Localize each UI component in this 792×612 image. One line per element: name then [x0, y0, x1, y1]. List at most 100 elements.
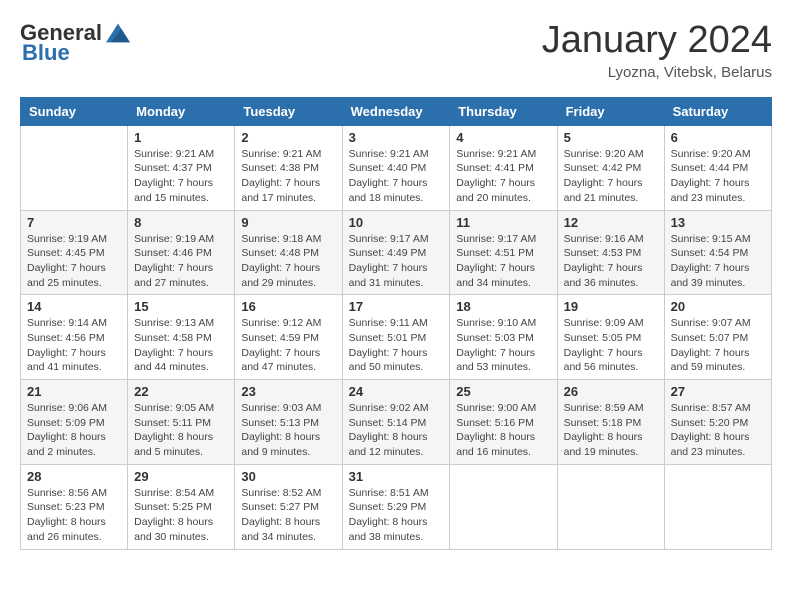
day-number: 24	[349, 384, 444, 399]
calendar-cell: 5Sunrise: 9:20 AMSunset: 4:42 PMDaylight…	[557, 125, 664, 210]
calendar-cell: 13 Sunrise: 9:15 AMSunset: 4:54 PMDayligh…	[664, 210, 771, 295]
day-info: Sunrise: 9:17 AMSunset: 4:51 PMDaylight:…	[456, 232, 550, 291]
day-info: Sunrise: 9:03 AMSunset: 5:13 PMDaylight:…	[241, 401, 335, 460]
calendar-cell: 24 Sunrise: 9:02 AMSunset: 5:14 PMDayligh…	[342, 380, 450, 465]
day-number: 18	[456, 299, 550, 314]
day-info: Sunrise: 9:15 AMSunset: 4:54 PMDaylight:…	[671, 232, 765, 291]
day-info: Sunrise: 9:06 AMSunset: 5:09 PMDaylight:…	[27, 401, 121, 460]
day-number: 14	[27, 299, 121, 314]
day-number: 3	[349, 130, 444, 145]
title-section: January 2024 Lyozna, Vitebsk, Belarus	[542, 20, 772, 81]
day-info: Sunrise: 9:00 AMSunset: 5:16 PMDaylight:…	[456, 401, 550, 460]
day-number: 19	[564, 299, 658, 314]
day-info: Sunrise: 9:09 AMSunset: 5:05 PMDaylight:…	[564, 316, 658, 375]
calendar-cell: 19 Sunrise: 9:09 AMSunset: 5:05 PMDayligh…	[557, 295, 664, 380]
logo-blue: Blue	[22, 40, 70, 66]
day-number: 30	[241, 469, 335, 484]
calendar-cell: 10 Sunrise: 9:17 AMSunset: 4:49 PMDayligh…	[342, 210, 450, 295]
calendar-cell: 2Sunrise: 9:21 AMSunset: 4:38 PMDaylight…	[235, 125, 342, 210]
day-number: 11	[456, 215, 550, 230]
day-info: Sunrise: 9:21 AMSunset: 4:37 PMDaylight:…	[134, 147, 228, 206]
weekday-header-saturday: Saturday	[664, 97, 771, 125]
day-info: Sunrise: 9:16 AMSunset: 4:53 PMDaylight:…	[564, 232, 658, 291]
day-info: Sunrise: 9:17 AMSunset: 4:49 PMDaylight:…	[349, 232, 444, 291]
calendar-cell: 21 Sunrise: 9:06 AMSunset: 5:09 PMDayligh…	[21, 380, 128, 465]
day-number: 6	[671, 130, 765, 145]
weekday-header-friday: Friday	[557, 97, 664, 125]
calendar-cell: 17 Sunrise: 9:11 AMSunset: 5:01 PMDayligh…	[342, 295, 450, 380]
page-header: General Blue January 2024 Lyozna, Vitebs…	[20, 20, 772, 81]
calendar-cell: 11 Sunrise: 9:17 AMSunset: 4:51 PMDayligh…	[450, 210, 557, 295]
day-info: Sunrise: 9:20 AMSunset: 4:44 PMDaylight:…	[671, 147, 765, 206]
calendar-week-5: 28Sunrise: 8:56 AMSunset: 5:23 PMDayligh…	[21, 464, 772, 549]
day-info: Sunrise: 9:14 AMSunset: 4:56 PMDaylight:…	[27, 316, 121, 375]
day-info: Sunrise: 9:21 AMSunset: 4:41 PMDaylight:…	[456, 147, 550, 206]
calendar-cell: 31 Sunrise: 8:51 AMSunset: 5:29 PMDayligh…	[342, 464, 450, 549]
day-info: Sunrise: 9:02 AMSunset: 5:14 PMDaylight:…	[349, 401, 444, 460]
day-info: Sunrise: 9:19 AMSunset: 4:45 PMDaylight:…	[27, 232, 121, 291]
logo-icon	[106, 23, 130, 43]
day-info: Sunrise: 9:13 AMSunset: 4:58 PMDaylight:…	[134, 316, 228, 375]
day-info: Sunrise: 9:18 AMSunset: 4:48 PMDaylight:…	[241, 232, 335, 291]
calendar-cell: 1 Sunrise: 9:21 AMSunset: 4:37 PMDaylight…	[128, 125, 235, 210]
day-number: 15	[134, 299, 228, 314]
weekday-header-wednesday: Wednesday	[342, 97, 450, 125]
day-number: 12	[564, 215, 658, 230]
calendar-cell: 29 Sunrise: 8:54 AMSunset: 5:25 PMDayligh…	[128, 464, 235, 549]
calendar-cell: 8 Sunrise: 9:19 AMSunset: 4:46 PMDaylight…	[128, 210, 235, 295]
calendar-cell: 9 Sunrise: 9:18 AMSunset: 4:48 PMDaylight…	[235, 210, 342, 295]
day-number: 29	[134, 469, 228, 484]
day-number: 4	[456, 130, 550, 145]
weekday-header-monday: Monday	[128, 97, 235, 125]
calendar-cell	[557, 464, 664, 549]
day-number: 9	[241, 215, 335, 230]
calendar-cell: 4 Sunrise: 9:21 AMSunset: 4:41 PMDaylight…	[450, 125, 557, 210]
calendar-cell	[450, 464, 557, 549]
day-number: 1	[134, 130, 228, 145]
day-number: 23	[241, 384, 335, 399]
calendar-cell: 25 Sunrise: 9:00 AMSunset: 5:16 PMDayligh…	[450, 380, 557, 465]
calendar-cell: 16 Sunrise: 9:12 AMSunset: 4:59 PMDayligh…	[235, 295, 342, 380]
calendar-week-4: 21 Sunrise: 9:06 AMSunset: 5:09 PMDayligh…	[21, 380, 772, 465]
day-number: 8	[134, 215, 228, 230]
calendar-cell: 20Sunrise: 9:07 AMSunset: 5:07 PMDayligh…	[664, 295, 771, 380]
day-number: 2	[241, 130, 335, 145]
day-info: Sunrise: 9:21 AMSunset: 4:40 PMDaylight:…	[349, 147, 444, 206]
day-info: Sunrise: 9:19 AMSunset: 4:46 PMDaylight:…	[134, 232, 228, 291]
day-info: Sunrise: 9:05 AMSunset: 5:11 PMDaylight:…	[134, 401, 228, 460]
day-info: Sunrise: 9:12 AMSunset: 4:59 PMDaylight:…	[241, 316, 335, 375]
day-number: 25	[456, 384, 550, 399]
day-number: 17	[349, 299, 444, 314]
calendar-cell: 14 Sunrise: 9:14 AMSunset: 4:56 PMDayligh…	[21, 295, 128, 380]
weekday-header-thursday: Thursday	[450, 97, 557, 125]
calendar-cell: 18 Sunrise: 9:10 AMSunset: 5:03 PMDayligh…	[450, 295, 557, 380]
calendar-cell: 26Sunrise: 8:59 AMSunset: 5:18 PMDayligh…	[557, 380, 664, 465]
day-info: Sunrise: 8:54 AMSunset: 5:25 PMDaylight:…	[134, 486, 228, 545]
day-number: 13	[671, 215, 765, 230]
day-number: 10	[349, 215, 444, 230]
day-info: Sunrise: 9:11 AMSunset: 5:01 PMDaylight:…	[349, 316, 444, 375]
calendar-cell: 28Sunrise: 8:56 AMSunset: 5:23 PMDayligh…	[21, 464, 128, 549]
calendar-cell: 7 Sunrise: 9:19 AMSunset: 4:45 PMDaylight…	[21, 210, 128, 295]
calendar-cell: 22Sunrise: 9:05 AMSunset: 5:11 PMDayligh…	[128, 380, 235, 465]
calendar-cell: 30Sunrise: 8:52 AMSunset: 5:27 PMDayligh…	[235, 464, 342, 549]
day-number: 26	[564, 384, 658, 399]
weekday-header-tuesday: Tuesday	[235, 97, 342, 125]
day-number: 20	[671, 299, 765, 314]
calendar-cell	[21, 125, 128, 210]
calendar: SundayMondayTuesdayWednesdayThursdayFrid…	[20, 97, 772, 550]
calendar-week-1: 1 Sunrise: 9:21 AMSunset: 4:37 PMDaylight…	[21, 125, 772, 210]
day-number: 31	[349, 469, 444, 484]
calendar-cell: 6 Sunrise: 9:20 AMSunset: 4:44 PMDaylight…	[664, 125, 771, 210]
day-number: 28	[27, 469, 121, 484]
day-number: 7	[27, 215, 121, 230]
day-info: Sunrise: 9:10 AMSunset: 5:03 PMDaylight:…	[456, 316, 550, 375]
day-info: Sunrise: 9:20 AMSunset: 4:42 PMDaylight:…	[564, 147, 658, 206]
calendar-week-2: 7 Sunrise: 9:19 AMSunset: 4:45 PMDaylight…	[21, 210, 772, 295]
day-info: Sunrise: 8:51 AMSunset: 5:29 PMDaylight:…	[349, 486, 444, 545]
day-number: 21	[27, 384, 121, 399]
month-title: January 2024	[542, 20, 772, 62]
day-number: 16	[241, 299, 335, 314]
calendar-week-3: 14 Sunrise: 9:14 AMSunset: 4:56 PMDayligh…	[21, 295, 772, 380]
location: Lyozna, Vitebsk, Belarus	[542, 64, 772, 81]
